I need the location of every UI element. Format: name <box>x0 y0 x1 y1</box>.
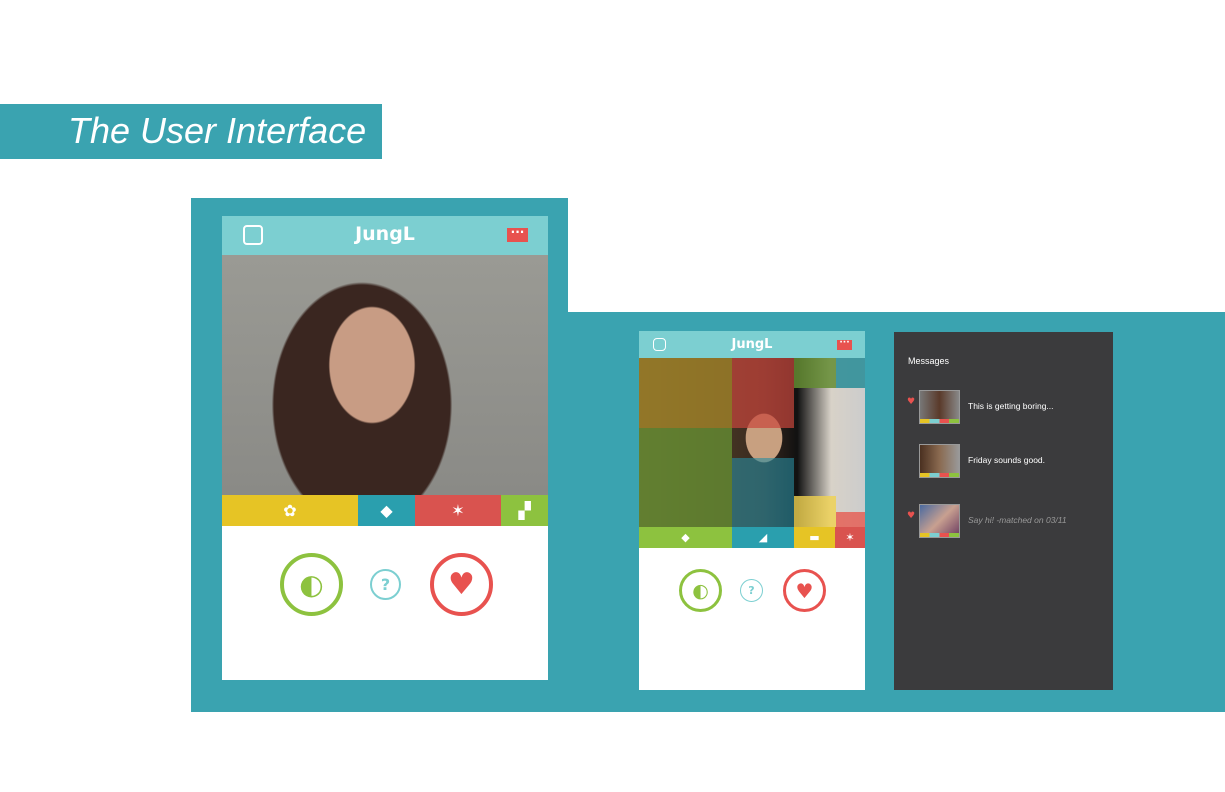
phone-screen-mosaic: JungL ··· ◆ ◢ ▬ ✶ ◐ ? ♥ <box>639 331 865 690</box>
interest-strip: ◆ ◢ ▬ ✶ <box>639 527 865 548</box>
message-text: Friday sounds good. <box>968 455 1046 465</box>
phone-screen-profile: JungL ··· ✿ ◆ ✶ ▞ ◐ ? ♥ <box>222 216 548 680</box>
turtle-icon: ◆ <box>639 527 732 548</box>
dog-icon: ▞ <box>501 495 548 526</box>
monkey-icon: ✶ <box>415 495 501 526</box>
message-item[interactable]: Friday sounds good. <box>894 444 1113 484</box>
profile-photo[interactable] <box>222 255 548 495</box>
octopus-icon: ✿ <box>222 495 358 526</box>
interest-strip: ✿ ◆ ✶ ▞ <box>222 495 548 526</box>
app-title: JungL <box>731 337 773 352</box>
profile-icon[interactable] <box>653 338 666 351</box>
heart-icon: ♥ <box>907 511 916 521</box>
mosaic-tile <box>794 496 836 527</box>
avatar <box>919 390 960 424</box>
mosaic-tile <box>732 458 794 527</box>
info-button[interactable]: ? <box>740 579 763 602</box>
strawberry-icon[interactable]: ♥ <box>783 569 826 612</box>
lime-icon[interactable]: ◐ <box>679 569 722 612</box>
profile-icon[interactable] <box>243 225 263 245</box>
messages-title: Messages <box>908 356 950 366</box>
chat-bubble-icon[interactable]: ··· <box>837 339 852 350</box>
beaver-icon: ▬ <box>794 527 835 548</box>
avatar <box>919 444 960 478</box>
app-title: JungL <box>355 223 415 245</box>
message-item[interactable]: ♥ Say hi! -matched on 03/11 <box>894 504 1113 544</box>
mosaic-photo[interactable] <box>639 358 865 527</box>
app-header: JungL ··· <box>222 216 548 255</box>
info-button[interactable]: ? <box>370 569 401 600</box>
message-text: This is getting boring... <box>968 401 1054 411</box>
octopus-icon <box>836 358 865 388</box>
app-header: JungL ··· <box>639 331 865 358</box>
chat-bubble-icon[interactable]: ··· <box>507 226 528 242</box>
dog-icon <box>639 358 732 428</box>
message-text: Say hi! -matched on 03/11 <box>968 515 1067 525</box>
slide-title-banner: The User Interface <box>0 104 382 159</box>
heart-icon: ♥ <box>907 397 916 407</box>
avatar <box>919 504 960 538</box>
lime-icon[interactable]: ◐ <box>280 553 343 616</box>
flamingo-icon <box>732 358 794 428</box>
dolphin-icon: ◢ <box>732 527 794 548</box>
turtle-icon: ◆ <box>358 495 415 526</box>
monkey-icon: ✶ <box>835 527 865 548</box>
mosaic-tile <box>639 428 732 527</box>
strawberry-icon[interactable]: ♥ <box>430 553 493 616</box>
mosaic-tile <box>836 512 865 527</box>
slide-title: The User Interface <box>68 110 367 151</box>
crocodile-icon <box>794 358 836 388</box>
message-item[interactable]: ♥ This is getting boring... <box>894 390 1113 430</box>
messages-screen: Messages ♥ This is getting boring... Fri… <box>894 332 1113 690</box>
